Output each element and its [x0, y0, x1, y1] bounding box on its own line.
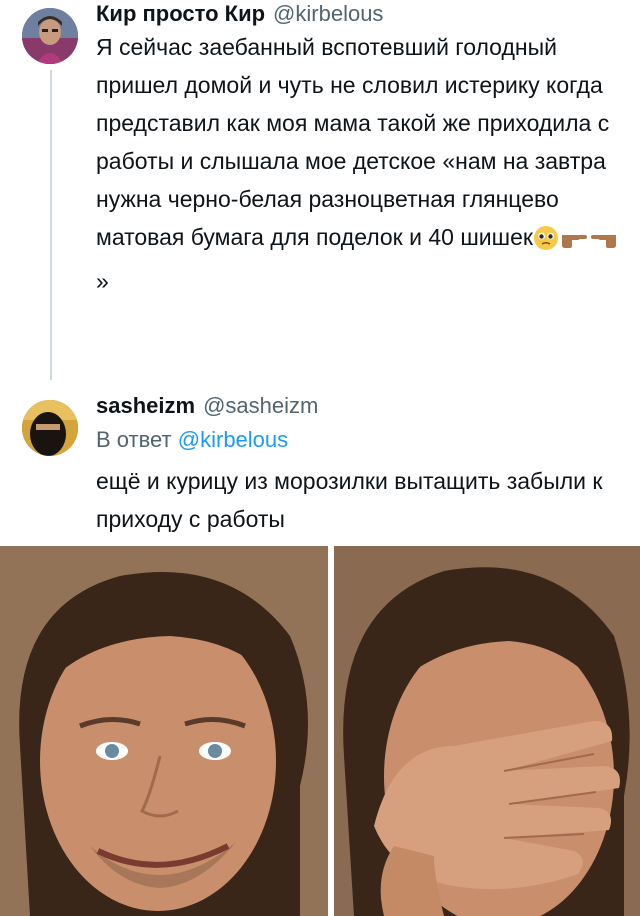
smiling-face-icon — [0, 546, 328, 916]
avatar[interactable] — [22, 8, 78, 64]
author-handle[interactable]: @sasheizm — [203, 393, 318, 418]
author-name[interactable]: Кир просто Кир — [96, 1, 265, 26]
hand-pointing-right-icon — [559, 224, 589, 262]
reply-prefix: В ответ — [96, 427, 172, 452]
tweet-body: ещё и курицу из морозилки вытащить забыл… — [96, 468, 603, 532]
meme-panel-facepalm — [334, 546, 640, 916]
meme-panel-smiling — [0, 546, 328, 916]
facepalm-icon — [334, 546, 640, 916]
reply-to-line: В ответ @kirbelous — [96, 424, 288, 456]
author-handle[interactable]: @kirbelous — [273, 1, 383, 26]
user-avatar-icon — [22, 8, 78, 64]
tweet-header: sasheizm @sasheizm — [96, 392, 318, 420]
attached-image[interactable] — [0, 546, 640, 916]
tweet-body: Я сейчас заебанный вспотевший голодный п… — [96, 34, 610, 250]
tweet-text: Я сейчас заебанный вспотевший голодный п… — [96, 28, 626, 300]
user-avatar-icon — [22, 400, 78, 456]
author-name[interactable]: sasheizm — [96, 393, 195, 418]
avatar[interactable] — [22, 400, 78, 456]
tweet-text: ещё и курицу из морозилки вытащить забыл… — [96, 462, 626, 538]
hand-pointing-left-icon — [589, 224, 619, 262]
tweet-header: Кир просто Кир @kirbelous — [96, 0, 383, 28]
pleading-face-icon — [533, 224, 559, 262]
tweet-body-end: » — [96, 268, 109, 294]
thread-connector-line — [50, 70, 52, 380]
reply-mention-link[interactable]: @kirbelous — [178, 427, 288, 452]
